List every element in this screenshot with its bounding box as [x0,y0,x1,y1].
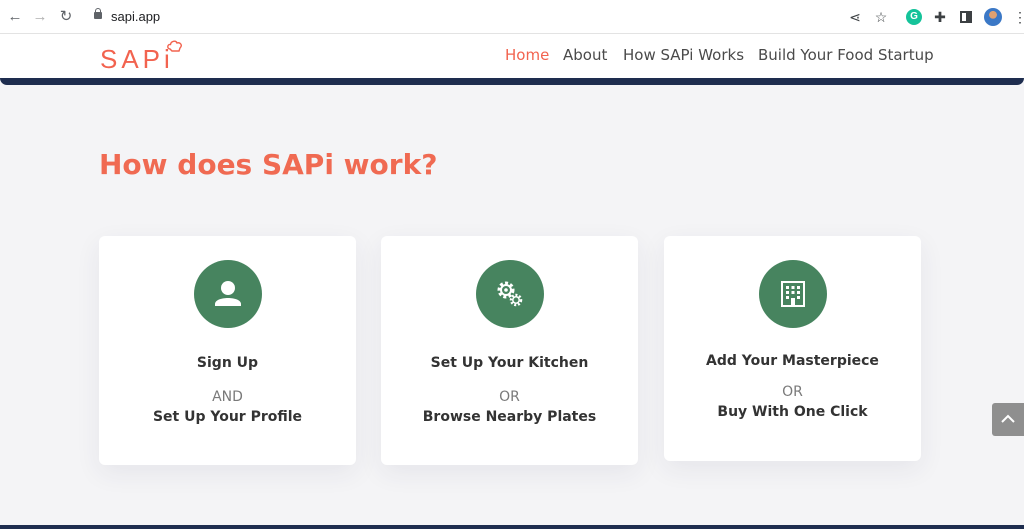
card-subtitle: Browse Nearby Plates [422,409,597,425]
scroll-to-top-button[interactable] [992,403,1024,436]
card-title: Sign Up [196,355,259,371]
card-connector: OR [782,384,803,400]
browser-toolbar: ← → ↻ sapi.app ⋖ ☆ G ✚ ⋮ [0,0,1024,34]
card-title: Set Up Your Kitchen [430,355,589,371]
user-icon [194,260,262,328]
nav-about[interactable]: About [563,46,607,64]
card-connector: AND [212,389,243,405]
card-title: Add Your Masterpiece [706,353,879,369]
chevron-up-icon [1001,414,1015,423]
browser-menu-icon[interactable]: ⋮ [1013,8,1024,26]
card-subtitle: Buy With One Click [717,404,868,420]
header-divider [0,78,1024,85]
chef-hat-icon [167,40,182,52]
card-subtitle: Set Up Your Profile [152,409,303,425]
logo-text: SAPi [100,44,174,74]
reload-icon[interactable]: ↻ [57,8,75,26]
lock-icon[interactable] [94,8,102,19]
footer-edge [0,525,1024,529]
building-icon [759,260,827,328]
bookmark-star-icon[interactable]: ☆ [872,8,890,26]
nav-build-food-startup[interactable]: Build Your Food Startup [758,46,934,64]
step-card-masterpiece: Add Your Masterpiece OR Buy With One Cli… [664,236,921,461]
step-card-signup: Sign Up AND Set Up Your Profile [99,236,356,465]
card-connector: OR [499,389,520,405]
nav-how-sapi-works[interactable]: How SAPi Works [623,46,744,64]
grammarly-extension-icon[interactable]: G [906,9,922,25]
back-arrow-icon[interactable]: ← [6,8,24,26]
side-panel-icon[interactable] [960,11,972,23]
profile-avatar[interactable] [984,8,1002,26]
address-bar[interactable]: sapi.app [111,9,160,24]
forward-arrow-icon[interactable]: → [31,8,49,26]
extensions-puzzle-icon[interactable]: ✚ [931,8,949,26]
page-title: How does SAPi work? [99,148,438,181]
gears-icon [476,260,544,328]
nav-home[interactable]: Home [505,46,549,64]
step-card-kitchen: Set Up Your Kitchen OR Browse Nearby Pla… [381,236,638,465]
share-icon[interactable]: ⋖ [846,8,864,26]
